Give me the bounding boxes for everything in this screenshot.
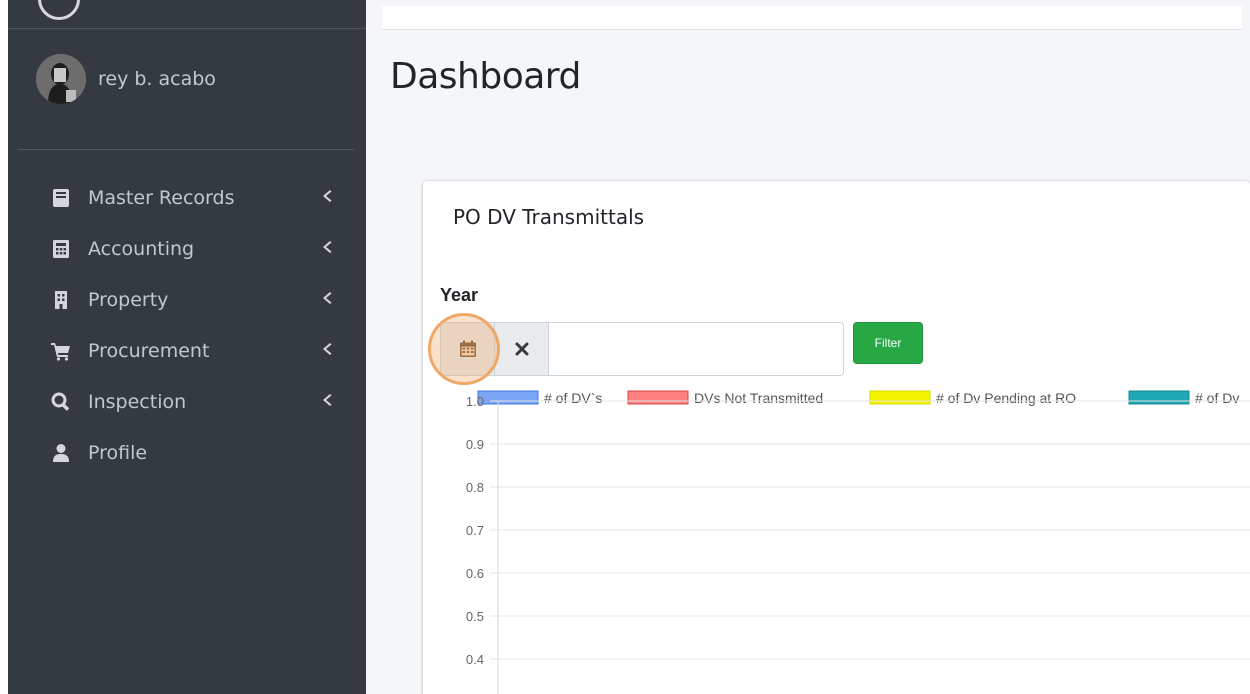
year-input[interactable] <box>549 323 843 375</box>
sidebar-item-label: Accounting <box>88 237 195 260</box>
y-tick-label: 0.5 <box>466 609 484 624</box>
transmittals-card: PO DV Transmittals Year Filter # of DV`s… <box>423 181 1250 694</box>
calendar-icon <box>459 340 476 357</box>
transmittals-chart: # of DV`s DVs Not Transmitted # of Dv Pend… <box>423 381 1250 694</box>
card-title: PO DV Transmittals <box>453 205 645 229</box>
sidebar-item-label: Master Records <box>88 186 235 209</box>
filter-button[interactable]: Filter <box>853 322 923 364</box>
legend-label: # of DV`s <box>544 390 602 406</box>
sidebar-divider <box>8 28 366 29</box>
sidebar-item-inspection[interactable]: Inspection <box>8 376 366 427</box>
sidebar: rey b. acabo Master Records Accounting P… <box>8 0 366 694</box>
avatar[interactable] <box>36 54 86 104</box>
brand-logo[interactable] <box>38 0 80 20</box>
calendar-button[interactable] <box>441 323 495 375</box>
clear-button[interactable] <box>495 323 549 375</box>
book-icon <box>50 187 72 209</box>
legend-label: # of Dv <box>1195 390 1239 406</box>
sidebar-item-label: Procurement <box>88 339 210 362</box>
legend-swatch <box>477 390 539 405</box>
sidebar-item-property[interactable]: Property <box>8 274 366 325</box>
legend-swatch <box>627 390 689 405</box>
legend-swatch <box>869 390 931 405</box>
sidebar-item-accounting[interactable]: Accounting <box>8 223 366 274</box>
close-icon <box>515 342 528 356</box>
calculator-icon <box>50 238 72 260</box>
cart-icon <box>50 340 72 362</box>
sidebar-item-master-records[interactable]: Master Records <box>8 172 366 223</box>
user-icon <box>50 442 72 464</box>
legend-label: DVs Not Transmitted <box>694 390 823 406</box>
y-tick-label: 0.8 <box>466 480 484 495</box>
y-tick-label: 0.4 <box>466 652 484 667</box>
chevron-left-icon <box>320 291 336 307</box>
sidebar-item-label: Inspection <box>88 390 187 413</box>
user-panel[interactable]: rey b. acabo <box>36 52 216 106</box>
main-content: Dashboard PO DV Transmittals Year Filter… <box>366 0 1250 694</box>
sidebar-nav: Master Records Accounting Property Procu… <box>8 172 366 478</box>
chevron-left-icon <box>320 240 336 256</box>
search-icon <box>50 391 72 413</box>
user-name[interactable]: rey b. acabo <box>98 68 216 90</box>
y-tick-label: 0.7 <box>466 523 484 538</box>
sidebar-divider <box>18 149 354 150</box>
avatar-image <box>36 54 86 104</box>
sidebar-item-label: Profile <box>88 441 148 464</box>
year-label: Year <box>440 285 479 305</box>
sidebar-item-procurement[interactable]: Procurement <box>8 325 366 376</box>
page-title: Dashboard <box>390 56 581 97</box>
y-tick-label: 0.9 <box>466 437 484 452</box>
y-tick-label: 1.0 <box>466 394 484 409</box>
chevron-left-icon <box>320 342 336 358</box>
sidebar-item-profile[interactable]: Profile <box>8 427 366 478</box>
chart-svg: # of DV`s DVs Not Transmitted # of Dv Pend… <box>466 390 1250 694</box>
chevron-left-icon <box>320 189 336 205</box>
building-icon <box>50 289 72 311</box>
legend-swatch <box>1128 390 1190 405</box>
legend-label: # of Dv Pending at RO <box>936 390 1076 406</box>
chevron-left-icon <box>320 393 336 409</box>
year-input-group <box>440 322 844 376</box>
top-navbar <box>382 6 1242 30</box>
sidebar-item-label: Property <box>88 288 169 311</box>
y-tick-label: 0.6 <box>466 566 484 581</box>
